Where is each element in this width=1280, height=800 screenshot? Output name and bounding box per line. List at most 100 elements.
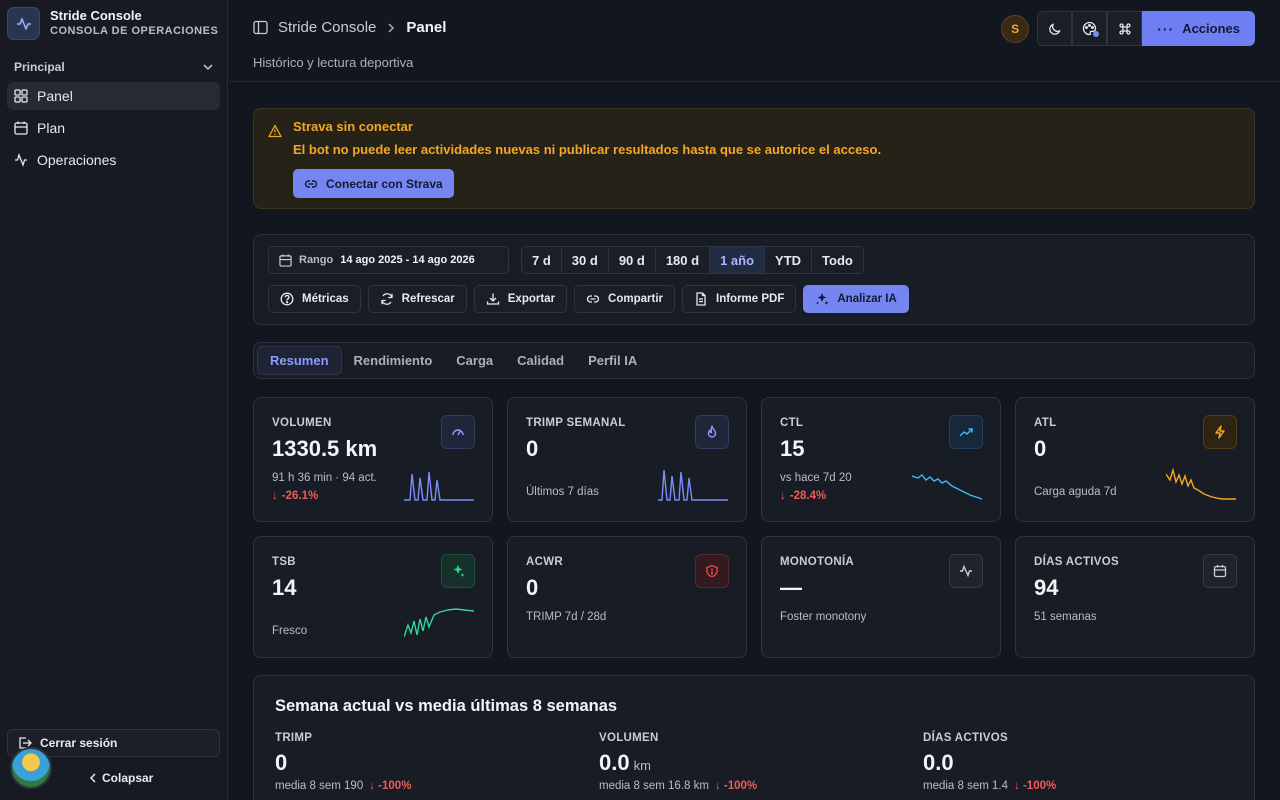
alert-title: Strava sin conectar <box>293 119 413 134</box>
sidebar-item-operaciones[interactable]: Operaciones <box>7 146 220 174</box>
arrow-down-icon: ↓ <box>369 780 375 792</box>
collapse-button[interactable]: Colapsar <box>88 771 153 785</box>
palette-button[interactable] <box>1072 11 1108 46</box>
export-label: Exportar <box>507 293 556 305</box>
actions-menu-button[interactable]: ··· Acciones <box>1142 11 1255 46</box>
sidebar-item-label: Plan <box>37 120 66 136</box>
activity-icon <box>15 153 27 167</box>
week-stat-value: 0.0 <box>599 750 630 775</box>
week-stat-label: VOLUMEN <box>599 732 659 744</box>
file-text-icon <box>696 292 706 306</box>
strava-alert: Strava sin conectar El bot no puede leer… <box>253 108 1255 209</box>
period-7d[interactable]: 7 d <box>522 247 562 273</box>
sparkline-tsb <box>404 608 474 638</box>
week-stat-average: media 8 sem 1.4 <box>923 780 1009 792</box>
card-value: 0 <box>526 436 539 461</box>
ai-analyze-button[interactable]: Analizar IA <box>803 285 909 313</box>
page-title: Panel <box>406 19 447 36</box>
theme-toggle-button[interactable] <box>1037 11 1073 46</box>
tab-resumen[interactable]: Resumen <box>257 346 342 375</box>
tab-carga[interactable]: Carga <box>444 346 505 375</box>
week-stat-volumen: VOLUMEN 0.0 km media 8 sem 16.8 km ↓ -10… <box>599 732 757 792</box>
arrow-down-icon: ↓ <box>272 490 278 502</box>
week-stat-delta: ↓ -100% <box>369 780 412 792</box>
metrics-button[interactable]: Métricas <box>268 285 361 313</box>
period-30d[interactable]: 30 d <box>561 247 609 273</box>
sparkline-ctl <box>912 474 982 500</box>
chevron-down-icon <box>203 64 213 71</box>
export-button[interactable]: Exportar <box>473 285 568 313</box>
card-subtext: TRIMP 7d / 28d <box>526 611 607 623</box>
warning-icon <box>268 124 282 138</box>
card-value: 14 <box>272 575 297 600</box>
command-button[interactable] <box>1107 11 1143 46</box>
sidebar-toggle-icon[interactable] <box>253 20 268 35</box>
card-subtext: Foster monotony <box>780 611 867 623</box>
calendar-icon <box>14 121 28 135</box>
breadcrumb-parent[interactable]: Stride Console <box>278 19 376 36</box>
sidebar-item-panel[interactable]: Panel <box>7 82 220 110</box>
connect-strava-label: Conectar con Strava <box>326 176 443 191</box>
sparkline-trimp <box>658 469 728 501</box>
brand[interactable]: Stride Console CONSOLA DE OPERACIONES <box>7 7 218 40</box>
date-range-picker[interactable]: Rango 14 ago 2025 - 14 ago 2026 <box>268 246 509 274</box>
link-icon <box>304 179 318 188</box>
week-stat-delta: ↓ -100% <box>1014 780 1057 792</box>
more-horizontal-icon: ··· <box>1157 20 1175 37</box>
header-tools: S ··· Acciones <box>1001 11 1255 46</box>
gauge-icon <box>441 415 475 449</box>
arrow-down-icon: ↓ <box>1014 780 1020 792</box>
card-title: DÍAS ACTIVOS <box>1034 556 1119 568</box>
share-button[interactable]: Compartir <box>574 285 675 313</box>
card-title: VOLUMEN <box>272 417 332 429</box>
activity-icon <box>7 7 40 40</box>
week-stat-unit: km <box>633 758 651 773</box>
period-90d[interactable]: 90 d <box>608 247 656 273</box>
period-ytd[interactable]: YTD <box>765 247 813 273</box>
tab-perfil-ia[interactable]: Perfil IA <box>576 346 649 375</box>
week-stat-delta: ↓ -100% <box>714 780 758 792</box>
sidebar-item-plan[interactable]: Plan <box>7 114 220 142</box>
controls-panel: Rango 14 ago 2025 - 14 ago 2026 7 d 30 d… <box>253 234 1255 325</box>
ai-analyze-label: Analizar IA <box>837 293 897 305</box>
period-all[interactable]: Todo <box>812 247 863 273</box>
week-stat-value: 0.0 <box>923 750 954 775</box>
range-label: Rango <box>299 254 334 266</box>
sidebar-item-label: Panel <box>37 88 73 104</box>
metric-card-trimp-semanal: TRIMP SEMANAL 0 Últimos 7 días <box>507 397 747 522</box>
sidebar-section-principal[interactable]: Principal <box>14 60 214 74</box>
pulse-icon <box>949 554 983 588</box>
pdf-report-label: Informe PDF <box>716 293 785 305</box>
user-avatar[interactable] <box>10 747 52 789</box>
card-value: — <box>780 575 802 600</box>
card-value: 15 <box>780 436 805 461</box>
week-stat-label: DÍAS ACTIVOS <box>923 732 1008 744</box>
metrics-label: Métricas <box>302 293 349 305</box>
sparkline-atl <box>1166 467 1236 500</box>
shield-icon <box>695 554 729 588</box>
app-name: Stride Console <box>50 8 142 23</box>
card-title: ACWR <box>526 556 563 568</box>
refresh-button[interactable]: Refrescar <box>367 285 467 313</box>
bolt-icon <box>1203 415 1237 449</box>
period-1y[interactable]: 1 año <box>710 247 766 273</box>
download-icon <box>486 293 499 305</box>
card-subtext: Fresco <box>272 625 308 637</box>
connect-strava-button[interactable]: Conectar con Strava <box>293 169 454 198</box>
actions-label: Acciones <box>1182 21 1240 36</box>
help-circle-icon <box>280 292 294 306</box>
moon-icon <box>1048 22 1061 35</box>
metric-card-atl: ATL 0 Carga aguda 7d <box>1015 397 1255 522</box>
tab-calidad[interactable]: Calidad <box>505 346 576 375</box>
calendar-icon <box>1203 554 1237 588</box>
tab-rendimiento[interactable]: Rendimiento <box>342 346 445 375</box>
period-180d[interactable]: 180 d <box>655 247 711 273</box>
pdf-report-button[interactable]: Informe PDF <box>682 285 797 313</box>
metric-card-acwr: ACWR 0 TRIMP 7d / 28d <box>507 536 747 658</box>
week-stat-dias-activos: DÍAS ACTIVOS 0.0 media 8 sem 1.4 ↓ -100% <box>923 732 1056 792</box>
card-value: 0 <box>526 575 539 600</box>
user-initial-badge[interactable]: S <box>1001 14 1030 43</box>
sparkline-volumen <box>404 471 474 501</box>
sidebar-nav: Panel Plan Operaciones <box>7 82 220 178</box>
logout-label: Cerrar sesión <box>40 736 118 750</box>
